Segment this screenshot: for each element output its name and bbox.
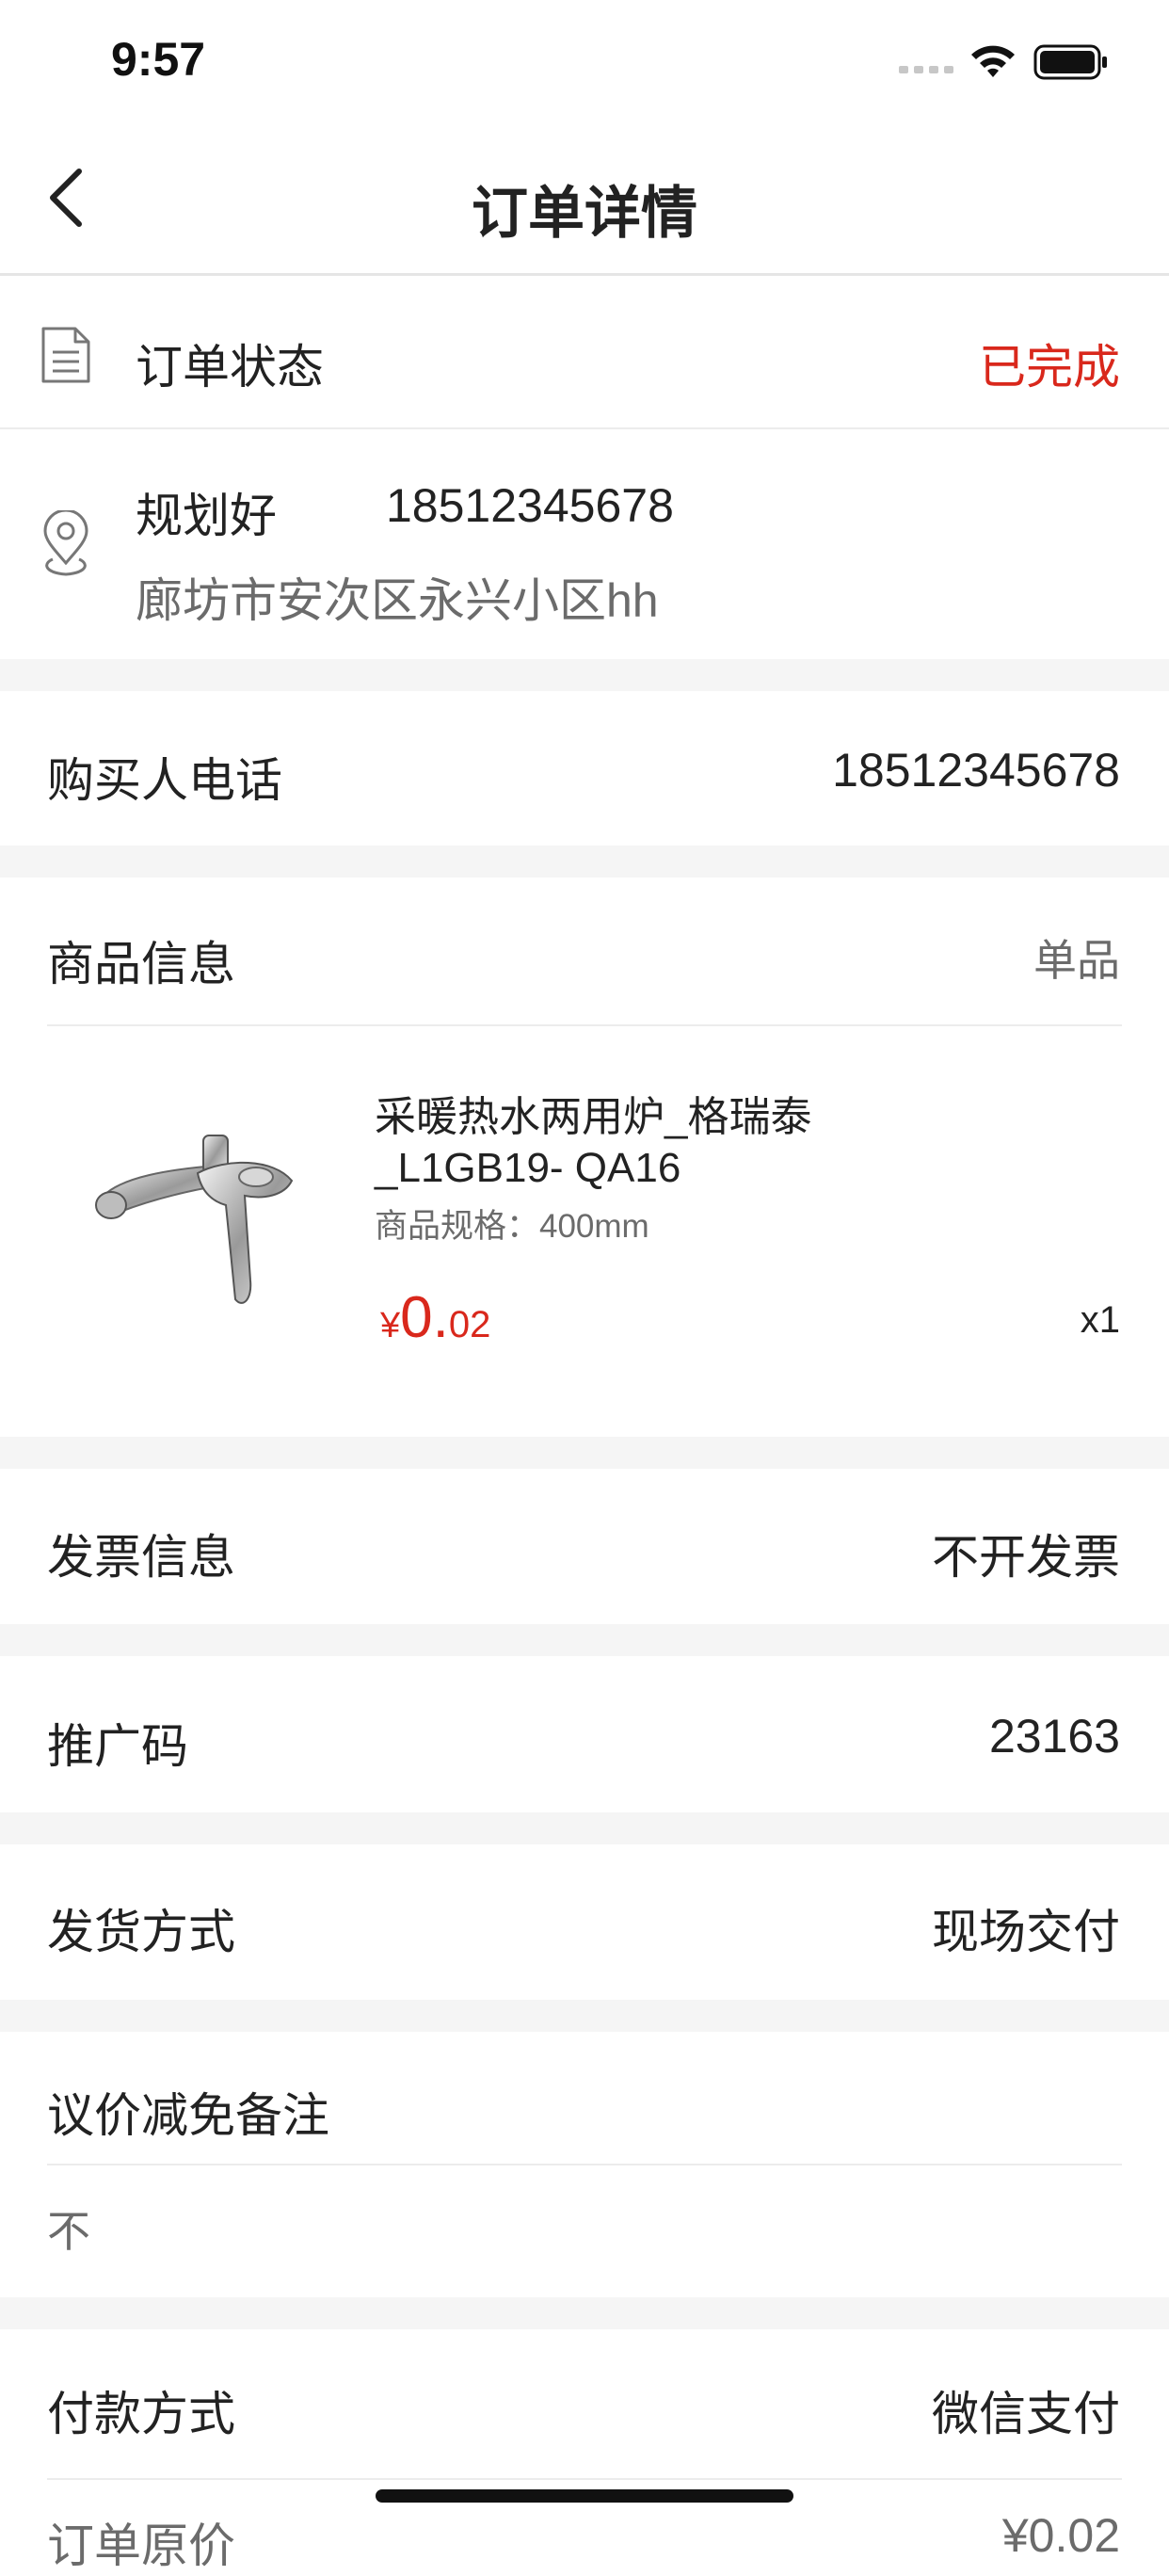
price-integer: 0.: [400, 1285, 449, 1350]
discount-note-label: 议价减免备注: [47, 2089, 329, 2142]
product-name-line2: _L1GB19- QA16: [375, 1145, 681, 1191]
promo-code-label: 推广码: [47, 1720, 188, 1773]
invoice-label: 发票信息: [47, 1531, 235, 1584]
home-indicator[interactable]: [376, 2489, 793, 2503]
page-title: 订单详情: [472, 182, 697, 245]
divider: [47, 2164, 1122, 2165]
original-price-label: 订单原价: [47, 2520, 235, 2572]
payment-value: 微信支付: [932, 2388, 1120, 2440]
promo-code-value: 23163: [988, 1710, 1120, 1763]
product-price: ¥0.02: [380, 1284, 490, 1351]
shipping-label: 发货方式: [47, 1906, 235, 1958]
section-gap: [0, 659, 1169, 691]
section-gap: [0, 845, 1169, 877]
product-quantity: x1: [1080, 1299, 1120, 1341]
payment-label: 付款方式: [47, 2388, 235, 2440]
buyer-phone-label: 购买人电话: [47, 754, 282, 807]
price-decimal: 02: [448, 1304, 491, 1345]
shipping-value: 现场交付: [932, 1906, 1120, 1958]
section-gap: [0, 2297, 1169, 2329]
divider: [0, 427, 1169, 429]
wifi-icon: [971, 45, 1015, 77]
product-image: [95, 1135, 294, 1304]
invoice-value: 不开发票: [932, 1531, 1120, 1584]
product-name-line1: 采暖热水两用炉_格瑞泰: [375, 1094, 812, 1140]
divider: [47, 1024, 1122, 1026]
document-icon: [41, 327, 90, 383]
battery-icon: [1033, 44, 1107, 80]
buyer-phone-value: 18512345678: [832, 744, 1120, 797]
cellular-signal-icon: [899, 66, 953, 73]
order-status-value: 已完成: [979, 341, 1120, 394]
section-gap: [0, 1812, 1169, 1844]
product-info-label: 商品信息: [47, 938, 235, 990]
original-price-value: ¥0.02: [1001, 2509, 1120, 2562]
divider: [47, 2478, 1122, 2480]
section-gap: [0, 2000, 1169, 2032]
product-type-value: 单品: [1033, 936, 1120, 985]
section-gap: [0, 1437, 1169, 1469]
section-gap: [0, 1624, 1169, 1656]
address-detail: 廊坊市安次区永兴小区hh: [136, 574, 659, 627]
recipient-name: 规划好: [136, 490, 277, 542]
discount-note-value: 不: [47, 2207, 90, 2256]
location-pin-icon: [43, 510, 88, 576]
product-spec: 商品规格：400mm: [375, 1208, 649, 1245]
status-time: 9:57: [111, 33, 206, 86]
navigation-bar: 订单详情: [0, 122, 1169, 276]
recipient-phone: 18512345678: [386, 479, 674, 532]
price-currency-symbol: ¥: [380, 1306, 401, 1345]
status-bar: 9:57: [0, 0, 1169, 122]
order-status-label: 订单状态: [136, 341, 324, 394]
